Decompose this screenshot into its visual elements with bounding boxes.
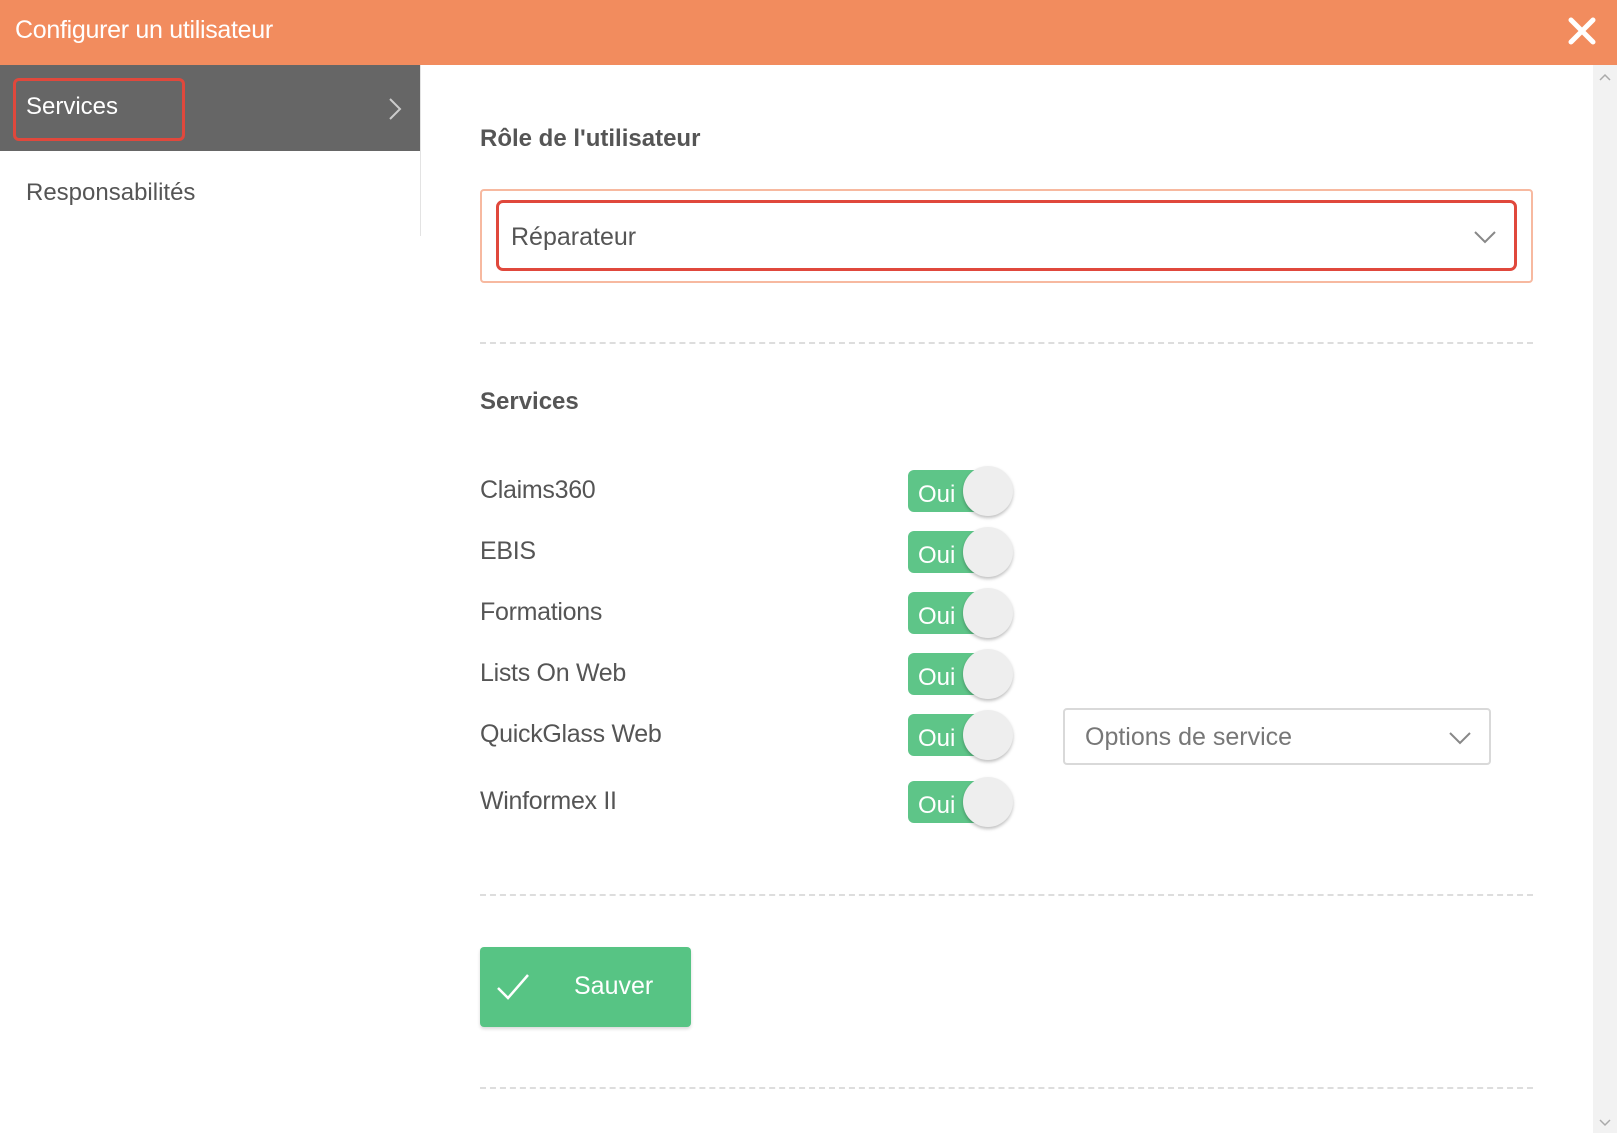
save-button-label: Sauver	[574, 972, 654, 1000]
check-icon	[497, 974, 529, 1000]
toggle-knob	[963, 777, 1013, 827]
divider	[480, 342, 1533, 344]
scroll-down-icon[interactable]	[1599, 1119, 1611, 1127]
services-heading: Services	[480, 388, 579, 415]
chevron-down-icon	[1449, 732, 1471, 745]
sidebar: Services Responsabilités	[0, 65, 421, 237]
toggle-knob	[963, 588, 1013, 638]
service-toggle[interactable]: Oui	[908, 777, 1016, 827]
vertical-scrollbar[interactable]	[1593, 65, 1617, 1133]
service-name: Claims360	[480, 476, 596, 504]
chevron-right-icon	[389, 98, 402, 120]
scroll-up-icon[interactable]	[1599, 73, 1611, 81]
service-row: QuickGlass Web Oui Options de service	[480, 708, 1533, 765]
service-name: EBIS	[480, 537, 536, 565]
service-toggle[interactable]: Oui	[908, 588, 1016, 638]
toggle-label: Oui	[918, 542, 956, 569]
role-select-value: Réparateur	[511, 223, 637, 251]
sidebar-item-label: Services	[26, 93, 119, 120]
role-heading: Rôle de l'utilisateur	[480, 125, 701, 152]
toggle-label: Oui	[918, 481, 956, 508]
service-row: Lists On Web Oui	[480, 649, 1533, 699]
sidebar-item-label: Responsabilités	[26, 179, 196, 206]
chevron-down-icon	[1474, 231, 1496, 244]
role-field: Réparateur	[480, 189, 1533, 283]
service-row: Winformex II Oui	[480, 777, 1533, 827]
service-options-select[interactable]: Options de service	[1063, 708, 1491, 765]
toggle-label: Oui	[918, 603, 956, 630]
service-name: Winformex II	[480, 787, 617, 815]
service-row: Formations Oui	[480, 588, 1533, 638]
toggle-knob	[963, 649, 1013, 699]
toggle-knob	[963, 466, 1013, 516]
dialog-header: Configurer un utilisateur	[0, 0, 1617, 65]
service-options-placeholder: Options de service	[1085, 723, 1293, 751]
role-select[interactable]: Réparateur	[496, 200, 1517, 271]
service-row: EBIS Oui	[480, 527, 1533, 577]
service-name: QuickGlass Web	[480, 720, 662, 748]
service-toggle[interactable]: Oui	[908, 527, 1016, 577]
dialog-title: Configurer un utilisateur	[15, 16, 273, 44]
divider	[480, 1087, 1533, 1089]
service-toggle[interactable]: Oui	[908, 649, 1016, 699]
toggle-knob	[963, 527, 1013, 577]
close-icon[interactable]	[1565, 14, 1599, 48]
service-name: Formations	[480, 598, 603, 626]
divider	[480, 894, 1533, 896]
toggle-label: Oui	[918, 725, 956, 752]
save-button[interactable]: Sauver	[480, 947, 691, 1027]
service-toggle[interactable]: Oui	[908, 466, 1016, 516]
toggle-knob	[963, 710, 1013, 760]
service-name: Lists On Web	[480, 659, 626, 687]
sidebar-item-services[interactable]: Services	[0, 65, 420, 151]
toggle-label: Oui	[918, 792, 956, 819]
sidebar-item-responsabilites[interactable]: Responsabilités	[0, 151, 420, 237]
toggle-label: Oui	[918, 664, 956, 691]
service-row: Claims360 Oui	[480, 466, 1533, 516]
service-toggle[interactable]: Oui	[908, 710, 1016, 760]
